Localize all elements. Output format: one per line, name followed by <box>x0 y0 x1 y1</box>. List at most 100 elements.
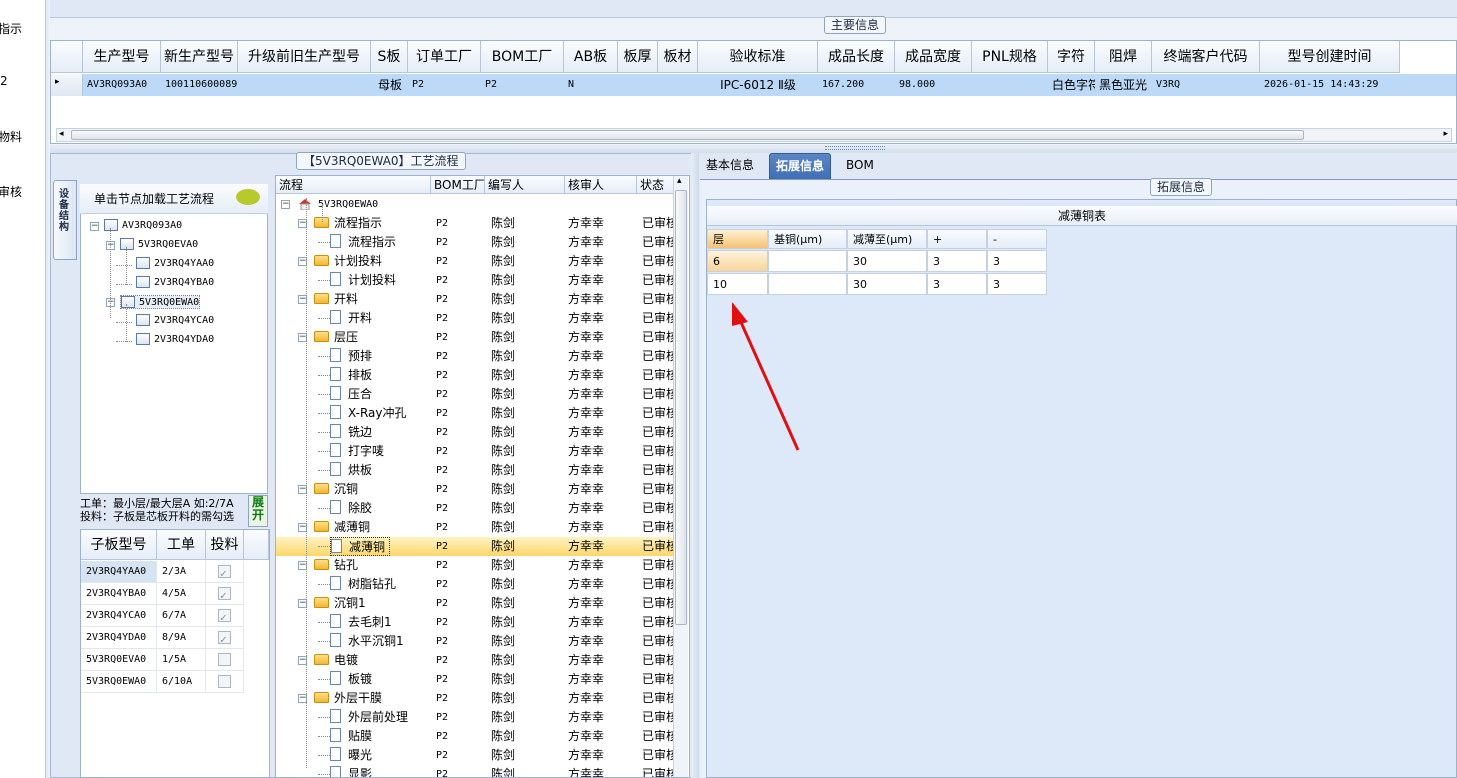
flow-row[interactable]: 流程指示 P2 陈剑 方幸幸 已审核 <box>276 233 678 252</box>
flow-col-header[interactable]: 流程 <box>276 176 431 194</box>
flow-row[interactable]: − 层压 P2 陈剑 方幸幸 已审核 <box>276 328 678 347</box>
flow-row[interactable]: 计划投料 P2 陈剑 方幸幸 已审核 <box>276 271 678 290</box>
tab-basic-info[interactable]: 基本信息 <box>700 153 760 179</box>
main-grid-hscrollbar[interactable]: ◂ ▸ <box>56 128 1452 142</box>
main-col-header[interactable]: 新生产型号 <box>161 41 238 73</box>
left-nav-item[interactable]: 物料 <box>0 128 22 145</box>
flow-row[interactable]: 外层前处理 P2 陈剑 方幸幸 已审核 <box>276 708 678 727</box>
thinning-col-header[interactable]: + <box>927 229 987 249</box>
flow-step[interactable]: 电镀 <box>314 651 431 670</box>
horizontal-splitter[interactable] <box>50 145 1457 153</box>
feed-checkbox[interactable] <box>218 653 231 666</box>
main-col-header[interactable]: 板厚 <box>618 41 658 73</box>
main-col-header[interactable]: 成品宽度 <box>895 41 972 73</box>
flow-row[interactable]: − 流程指示 P2 陈剑 方幸幸 已审核 <box>276 214 678 233</box>
flow-col-header[interactable]: 编写人 <box>485 176 565 194</box>
main-col-header[interactable]: 成品长度 <box>818 41 895 73</box>
expand-button[interactable]: 展开 <box>248 495 268 527</box>
main-cell[interactable]: 98.000 <box>895 74 972 96</box>
sub-col-header[interactable]: 投料 <box>206 530 244 560</box>
flow-step[interactable]: 显影 <box>330 765 431 777</box>
flow-step[interactable]: 流程指示 <box>330 233 431 252</box>
sub-model-cell[interactable]: 2V3RQ4YDA0 <box>81 627 157 649</box>
flow-row[interactable]: − 沉铜1 P2 陈剑 方幸幸 已审核 <box>276 594 678 613</box>
flow-row[interactable]: 开料 P2 陈剑 方幸幸 已审核 <box>276 309 678 328</box>
structure-side-tab[interactable]: 设备结构 <box>53 180 77 260</box>
feed-checkbox[interactable] <box>218 607 231 629</box>
scroll-left-icon[interactable]: ◂ <box>59 129 64 139</box>
main-cell[interactable] <box>238 74 371 96</box>
flow-step[interactable]: 除胶 <box>330 499 431 518</box>
main-cell[interactable]: AV3RQ093A0 <box>83 74 161 96</box>
flow-step[interactable]: 贴膜 <box>330 727 431 746</box>
flow-root-row[interactable]: − 5V3RQ0EWA0 <box>276 195 676 214</box>
sub-order-cell[interactable]: 2/3A <box>157 561 206 583</box>
flow-step[interactable]: 铣边 <box>330 423 431 442</box>
tree-node[interactable]: 2V3RQ4YDA0 <box>136 333 214 345</box>
sub-order-cell[interactable]: 8/9A <box>157 627 206 649</box>
flow-step[interactable]: 层压 <box>314 328 431 347</box>
thinning-cell[interactable]: 3 <box>987 250 1047 272</box>
flow-row[interactable]: 除胶 P2 陈剑 方幸幸 已审核 <box>276 499 678 518</box>
flow-row[interactable]: 预排 P2 陈剑 方幸幸 已审核 <box>276 347 678 366</box>
flow-step[interactable]: 开料 <box>314 290 431 309</box>
flow-step[interactable]: 烘板 <box>330 461 431 480</box>
main-col-header[interactable]: 生产型号 <box>83 41 161 73</box>
collapse-icon[interactable]: − <box>281 200 290 209</box>
feed-checkbox[interactable] <box>218 563 231 585</box>
feed-checkbox[interactable] <box>218 585 231 607</box>
flow-step[interactable]: 流程指示 <box>314 214 431 233</box>
main-cell[interactable] <box>972 74 1048 96</box>
flow-row[interactable]: 贴膜 P2 陈剑 方幸幸 已审核 <box>276 727 678 746</box>
sub-col-header[interactable]: 工单 <box>157 530 206 560</box>
flow-row[interactable]: 烘板 P2 陈剑 方幸幸 已审核 <box>276 461 678 480</box>
flow-row[interactable]: − 计划投料 P2 陈剑 方幸幸 已审核 <box>276 252 678 271</box>
main-col-header[interactable]: 型号创建时间 <box>1260 41 1400 73</box>
flow-row[interactable]: 排板 P2 陈剑 方幸幸 已审核 <box>276 366 678 385</box>
main-col-header[interactable]: PNL规格 <box>972 41 1048 73</box>
flow-row[interactable]: 树脂钻孔 P2 陈剑 方幸幸 已审核 <box>276 575 678 594</box>
tree-node[interactable]: 5V3RQ0EWA0 <box>120 295 201 309</box>
thinning-cell[interactable]: 6 <box>707 250 768 272</box>
tree-node[interactable]: 2V3RQ4YAA0 <box>136 257 214 269</box>
flow-row[interactable]: 显影 P2 陈剑 方幸幸 已审核 <box>276 765 678 777</box>
flow-step[interactable]: 计划投料 <box>330 271 431 290</box>
flow-row[interactable]: − 减薄铜 P2 陈剑 方幸幸 已审核 <box>276 518 678 537</box>
thinning-cell[interactable]: 3 <box>927 250 987 272</box>
flow-row[interactable]: 去毛刺1 P2 陈剑 方幸幸 已审核 <box>276 613 678 632</box>
flow-step[interactable]: 排板 <box>330 366 431 385</box>
flow-row[interactable]: − 沉铜 P2 陈剑 方幸幸 已审核 <box>276 480 678 499</box>
sub-order-cell[interactable]: 6/7A <box>157 605 206 627</box>
flow-step[interactable]: 预排 <box>330 347 431 366</box>
flow-step[interactable]: 压合 <box>330 385 431 404</box>
tab-bom[interactable]: BOM <box>840 153 880 179</box>
main-cell[interactable]: 黑色亚光 <box>1095 74 1152 96</box>
flow-col-header[interactable]: 核审人 <box>565 176 637 194</box>
flow-row[interactable]: 水平沉铜1 P2 陈剑 方幸幸 已审核 <box>276 632 678 651</box>
flow-step[interactable]: 减薄铜 <box>330 537 391 556</box>
scroll-right-icon[interactable]: ▸ <box>1443 129 1448 139</box>
flow-step[interactable]: 树脂钻孔 <box>330 575 431 594</box>
vscroll-thumb[interactable] <box>675 190 687 625</box>
flow-row[interactable]: − 电镀 P2 陈剑 方幸幸 已审核 <box>276 651 678 670</box>
flow-row[interactable]: − 开料 P2 陈剑 方幸幸 已审核 <box>276 290 678 309</box>
main-col-header[interactable]: 字符 <box>1048 41 1095 73</box>
main-cell[interactable]: 10011060008924 <box>161 74 238 96</box>
flow-step[interactable]: 外层前处理 <box>330 708 431 727</box>
main-cell[interactable] <box>618 74 658 96</box>
main-cell[interactable]: 母板 <box>371 74 408 96</box>
flow-row[interactable]: − 钻孔 P2 陈剑 方幸幸 已审核 <box>276 556 678 575</box>
main-col-header[interactable]: 验收标准 <box>698 41 818 73</box>
sub-model-cell[interactable]: 2V3RQ4YCA0 <box>81 605 157 627</box>
flow-step[interactable]: 减薄铜 <box>314 518 431 537</box>
thinning-col-header[interactable]: - <box>987 229 1047 249</box>
collapse-icon[interactable]: − <box>90 222 99 231</box>
speech-bubble-icon[interactable] <box>236 189 260 205</box>
sub-model-cell[interactable]: 5V3RQ0EVA0 <box>81 649 157 671</box>
main-col-header[interactable]: S板 <box>371 41 408 73</box>
main-cell[interactable]: V3RQ <box>1152 74 1260 96</box>
main-cell[interactable]: 2026-01-15 14:43:29 <box>1260 74 1400 96</box>
splitter-grip[interactable] <box>825 146 885 150</box>
main-cell[interactable]: P2 <box>408 74 481 96</box>
main-col-header[interactable]: AB板 <box>564 41 618 73</box>
